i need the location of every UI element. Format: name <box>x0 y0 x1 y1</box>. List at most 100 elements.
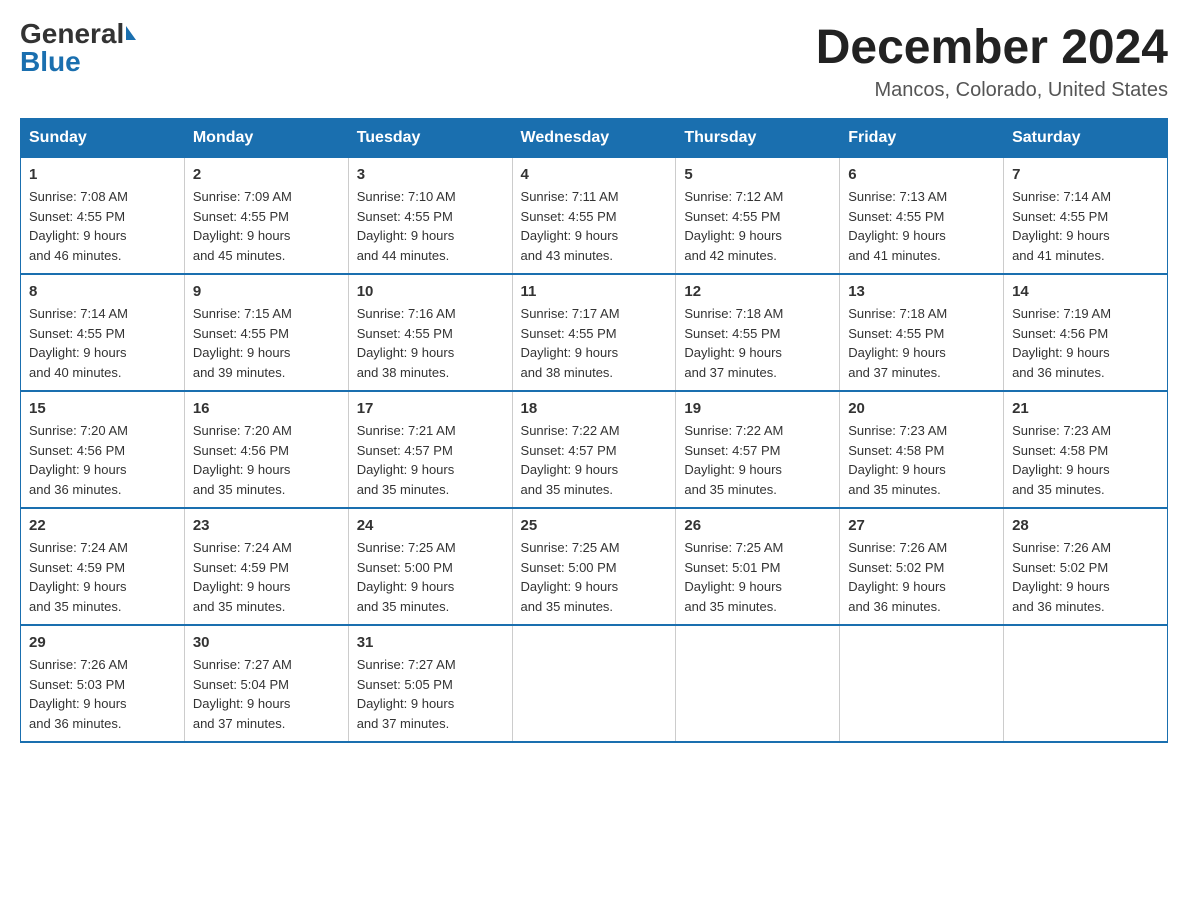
table-row: 6 Sunrise: 7:13 AM Sunset: 4:55 PM Dayli… <box>840 158 1004 275</box>
calendar-week-row: 22 Sunrise: 7:24 AM Sunset: 4:59 PM Dayl… <box>21 508 1168 625</box>
header-wednesday: Wednesday <box>512 119 676 158</box>
table-row: 14 Sunrise: 7:19 AM Sunset: 4:56 PM Dayl… <box>1004 274 1168 391</box>
day-number: 10 <box>357 283 504 300</box>
day-number: 16 <box>193 400 340 417</box>
table-row: 19 Sunrise: 7:22 AM Sunset: 4:57 PM Dayl… <box>676 391 840 508</box>
daylight-label: Daylight: 9 hours <box>684 579 782 594</box>
sunrise-label: Sunrise: 7:17 AM <box>521 306 620 321</box>
logo-blue-text: Blue <box>20 48 81 76</box>
table-row: 27 Sunrise: 7:26 AM Sunset: 5:02 PM Dayl… <box>840 508 1004 625</box>
daylight-minutes: and 45 minutes. <box>193 248 286 263</box>
daylight-minutes: and 42 minutes. <box>684 248 777 263</box>
sunrise-label: Sunrise: 7:22 AM <box>521 423 620 438</box>
day-number: 21 <box>1012 400 1159 417</box>
table-row: 15 Sunrise: 7:20 AM Sunset: 4:56 PM Dayl… <box>21 391 185 508</box>
daylight-label: Daylight: 9 hours <box>521 462 619 477</box>
daylight-minutes: and 37 minutes. <box>848 365 941 380</box>
sunset-label: Sunset: 4:55 PM <box>357 209 453 224</box>
day-number: 15 <box>29 400 176 417</box>
day-info: Sunrise: 7:24 AM Sunset: 4:59 PM Dayligh… <box>193 538 340 616</box>
sunrise-label: Sunrise: 7:27 AM <box>193 657 292 672</box>
day-info: Sunrise: 7:21 AM Sunset: 4:57 PM Dayligh… <box>357 421 504 499</box>
sunset-label: Sunset: 4:57 PM <box>684 443 780 458</box>
table-row: 18 Sunrise: 7:22 AM Sunset: 4:57 PM Dayl… <box>512 391 676 508</box>
logo: General Blue <box>20 20 136 76</box>
day-info: Sunrise: 7:25 AM Sunset: 5:00 PM Dayligh… <box>357 538 504 616</box>
daylight-label: Daylight: 9 hours <box>848 462 946 477</box>
sunset-label: Sunset: 4:55 PM <box>684 326 780 341</box>
calendar-week-row: 15 Sunrise: 7:20 AM Sunset: 4:56 PM Dayl… <box>21 391 1168 508</box>
daylight-minutes: and 40 minutes. <box>29 365 122 380</box>
header-friday: Friday <box>840 119 1004 158</box>
table-row <box>1004 625 1168 742</box>
sunset-label: Sunset: 4:59 PM <box>193 560 289 575</box>
daylight-label: Daylight: 9 hours <box>193 345 291 360</box>
sunset-label: Sunset: 4:55 PM <box>29 326 125 341</box>
daylight-label: Daylight: 9 hours <box>193 696 291 711</box>
daylight-label: Daylight: 9 hours <box>193 228 291 243</box>
sunset-label: Sunset: 5:03 PM <box>29 677 125 692</box>
sunrise-label: Sunrise: 7:27 AM <box>357 657 456 672</box>
daylight-minutes: and 37 minutes. <box>193 716 286 731</box>
daylight-label: Daylight: 9 hours <box>1012 579 1110 594</box>
daylight-minutes: and 35 minutes. <box>193 599 286 614</box>
table-row <box>676 625 840 742</box>
day-number: 25 <box>521 517 668 534</box>
day-number: 30 <box>193 634 340 651</box>
daylight-label: Daylight: 9 hours <box>357 696 455 711</box>
daylight-label: Daylight: 9 hours <box>1012 228 1110 243</box>
day-number: 23 <box>193 517 340 534</box>
sunset-label: Sunset: 4:56 PM <box>193 443 289 458</box>
day-info: Sunrise: 7:12 AM Sunset: 4:55 PM Dayligh… <box>684 187 831 265</box>
daylight-label: Daylight: 9 hours <box>357 579 455 594</box>
sunrise-label: Sunrise: 7:26 AM <box>1012 540 1111 555</box>
table-row: 20 Sunrise: 7:23 AM Sunset: 4:58 PM Dayl… <box>840 391 1004 508</box>
logo-general-text: General <box>20 20 124 48</box>
daylight-label: Daylight: 9 hours <box>848 228 946 243</box>
sunset-label: Sunset: 5:00 PM <box>521 560 617 575</box>
day-number: 7 <box>1012 166 1159 183</box>
sunset-label: Sunset: 4:55 PM <box>29 209 125 224</box>
sunrise-label: Sunrise: 7:24 AM <box>193 540 292 555</box>
table-row: 9 Sunrise: 7:15 AM Sunset: 4:55 PM Dayli… <box>184 274 348 391</box>
daylight-label: Daylight: 9 hours <box>193 462 291 477</box>
sunrise-label: Sunrise: 7:12 AM <box>684 189 783 204</box>
day-info: Sunrise: 7:25 AM Sunset: 5:01 PM Dayligh… <box>684 538 831 616</box>
sunset-label: Sunset: 5:02 PM <box>1012 560 1108 575</box>
sunset-label: Sunset: 4:55 PM <box>1012 209 1108 224</box>
sunrise-label: Sunrise: 7:10 AM <box>357 189 456 204</box>
table-row: 30 Sunrise: 7:27 AM Sunset: 5:04 PM Dayl… <box>184 625 348 742</box>
daylight-minutes: and 44 minutes. <box>357 248 450 263</box>
day-number: 6 <box>848 166 995 183</box>
sunrise-label: Sunrise: 7:14 AM <box>1012 189 1111 204</box>
header-thursday: Thursday <box>676 119 840 158</box>
sunrise-label: Sunrise: 7:22 AM <box>684 423 783 438</box>
table-row: 26 Sunrise: 7:25 AM Sunset: 5:01 PM Dayl… <box>676 508 840 625</box>
sunset-label: Sunset: 5:02 PM <box>848 560 944 575</box>
table-row <box>840 625 1004 742</box>
day-info: Sunrise: 7:15 AM Sunset: 4:55 PM Dayligh… <box>193 304 340 382</box>
sunset-label: Sunset: 5:05 PM <box>357 677 453 692</box>
day-info: Sunrise: 7:19 AM Sunset: 4:56 PM Dayligh… <box>1012 304 1159 382</box>
title-area: December 2024 Mancos, Colorado, United S… <box>816 20 1168 102</box>
day-info: Sunrise: 7:13 AM Sunset: 4:55 PM Dayligh… <box>848 187 995 265</box>
daylight-minutes: and 37 minutes. <box>684 365 777 380</box>
sunrise-label: Sunrise: 7:19 AM <box>1012 306 1111 321</box>
daylight-label: Daylight: 9 hours <box>521 345 619 360</box>
sunset-label: Sunset: 4:59 PM <box>29 560 125 575</box>
sunset-label: Sunset: 4:56 PM <box>29 443 125 458</box>
daylight-label: Daylight: 9 hours <box>357 228 455 243</box>
daylight-label: Daylight: 9 hours <box>848 579 946 594</box>
table-row: 24 Sunrise: 7:25 AM Sunset: 5:00 PM Dayl… <box>348 508 512 625</box>
table-row: 21 Sunrise: 7:23 AM Sunset: 4:58 PM Dayl… <box>1004 391 1168 508</box>
day-info: Sunrise: 7:14 AM Sunset: 4:55 PM Dayligh… <box>1012 187 1159 265</box>
sunrise-label: Sunrise: 7:14 AM <box>29 306 128 321</box>
sunrise-label: Sunrise: 7:25 AM <box>357 540 456 555</box>
sunset-label: Sunset: 4:57 PM <box>521 443 617 458</box>
table-row: 10 Sunrise: 7:16 AM Sunset: 4:55 PM Dayl… <box>348 274 512 391</box>
sunset-label: Sunset: 4:58 PM <box>848 443 944 458</box>
sunset-label: Sunset: 4:56 PM <box>1012 326 1108 341</box>
day-info: Sunrise: 7:17 AM Sunset: 4:55 PM Dayligh… <box>521 304 668 382</box>
sunset-label: Sunset: 5:00 PM <box>357 560 453 575</box>
day-number: 11 <box>521 283 668 300</box>
